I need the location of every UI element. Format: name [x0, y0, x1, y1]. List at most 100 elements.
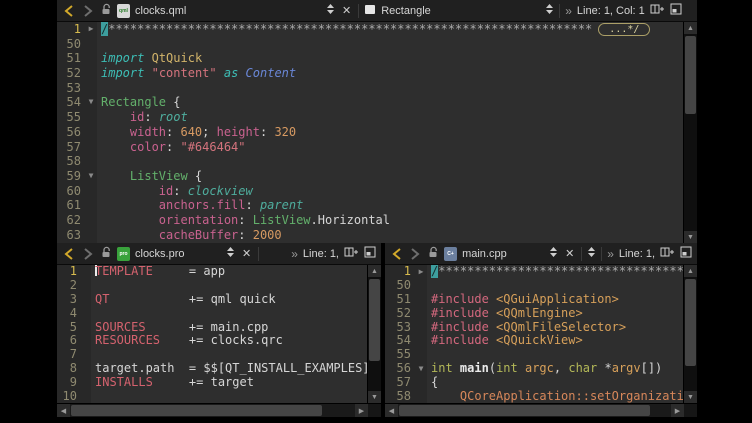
scrollbar-track[interactable]	[70, 404, 355, 417]
close-document-button[interactable]: ✕	[563, 247, 576, 260]
fold-marker[interactable]: ▶	[415, 265, 427, 279]
back-button[interactable]	[62, 248, 76, 260]
code-line[interactable]: 1▶/*************************************…	[57, 22, 683, 37]
scroll-right-button[interactable]: ▶	[355, 404, 368, 417]
line-number[interactable]: 5	[57, 321, 81, 335]
scrollbar-track[interactable]	[684, 34, 697, 231]
scrollbar-thumb[interactable]	[369, 279, 380, 361]
scrollbar-track[interactable]	[684, 277, 697, 391]
code-line[interactable]: 10	[57, 390, 367, 403]
forward-button[interactable]	[81, 5, 95, 17]
code-line[interactable]: 53	[57, 81, 683, 96]
scroll-up-button[interactable]: ▲	[368, 265, 381, 277]
horizontal-scrollbar[interactable]: ◀ ▶	[385, 403, 697, 417]
lock-icon[interactable]	[427, 246, 439, 262]
code-line[interactable]: 52#include <QQmlEngine>	[385, 307, 683, 321]
code-line[interactable]: 61 anchors.fill: parent	[57, 198, 683, 213]
code-line[interactable]: 9INSTALLS += target	[57, 376, 367, 390]
scrollbar-thumb[interactable]	[399, 405, 650, 416]
line-number[interactable]: 55	[57, 110, 85, 125]
code-line[interactable]: 50	[57, 37, 683, 52]
code-line[interactable]: 2	[57, 279, 367, 293]
scrollbar-thumb[interactable]	[685, 36, 696, 114]
code-line[interactable]: 58	[57, 154, 683, 169]
line-number[interactable]: 56	[57, 125, 85, 140]
detach-window-button[interactable]	[364, 246, 376, 261]
back-button[interactable]	[390, 248, 404, 260]
code-line[interactable]: 51import QtQuick	[57, 51, 683, 66]
code-line[interactable]: 3QT += qml quick	[57, 293, 367, 307]
line-number[interactable]: 52	[385, 307, 415, 321]
line-number[interactable]: 6	[57, 334, 81, 348]
code-line[interactable]: 59▼ ListView {	[57, 169, 683, 184]
code-line[interactable]: 55 id: root	[57, 110, 683, 125]
horizontal-scrollbar[interactable]: ◀ ▶	[57, 403, 381, 417]
overflow-chevron-icon[interactable]: »	[607, 247, 614, 261]
line-number[interactable]: 51	[57, 51, 85, 66]
code-line[interactable]: 57 color: "#646464"	[57, 140, 683, 155]
line-number[interactable]: 58	[57, 154, 85, 169]
code-line[interactable]: 7	[57, 348, 367, 362]
line-number[interactable]: 61	[57, 198, 85, 213]
code-line[interactable]: 1TEMPLATE = app	[57, 265, 367, 279]
split-editor-button[interactable]	[344, 246, 359, 261]
code-line[interactable]: 54#include <QQuickView>	[385, 334, 683, 348]
combo-arrows-icon[interactable]	[226, 246, 235, 261]
line-number[interactable]: 57	[385, 376, 415, 390]
line-number[interactable]: 55	[385, 348, 415, 362]
scroll-down-button[interactable]: ▼	[684, 391, 697, 403]
scroll-down-button[interactable]: ▼	[368, 391, 381, 403]
line-number[interactable]: 54	[385, 334, 415, 348]
scroll-down-button[interactable]: ▼	[684, 231, 697, 243]
lock-icon[interactable]	[100, 246, 112, 262]
code-line[interactable]: 57{	[385, 376, 683, 390]
code-line[interactable]: 52import "content" as Content	[57, 66, 683, 81]
code-editor-pro[interactable]: 1TEMPLATE = app23QT += qml quick45SOURCE…	[57, 265, 367, 403]
line-number[interactable]: 53	[57, 81, 85, 96]
code-line[interactable]: 4	[57, 307, 367, 321]
split-editor-button[interactable]	[650, 3, 665, 18]
line-number[interactable]: 58	[385, 390, 415, 403]
lock-icon[interactable]	[100, 3, 112, 19]
line-number[interactable]: 54	[57, 95, 85, 110]
code-line[interactable]: 55	[385, 348, 683, 362]
line-number[interactable]: 50	[57, 37, 85, 52]
line-number[interactable]: 59	[57, 169, 85, 184]
combo-arrows-icon[interactable]	[545, 3, 554, 18]
vertical-scrollbar[interactable]: ▲ ▼	[683, 265, 697, 403]
back-button[interactable]	[62, 5, 76, 17]
code-line[interactable]: 53#include <QQmlFileSelector>	[385, 321, 683, 335]
line-number[interactable]: 4	[57, 307, 81, 321]
code-line[interactable]: 54▼Rectangle {	[57, 95, 683, 110]
line-number[interactable]: 56	[385, 362, 415, 376]
code-line[interactable]: 60 id: clockview	[57, 184, 683, 199]
line-number[interactable]: 7	[57, 348, 81, 362]
code-editor-cpp[interactable]: 1▶/*************************************…	[385, 265, 683, 403]
line-number[interactable]: 57	[57, 140, 85, 155]
code-line[interactable]: 50	[385, 279, 683, 293]
line-number[interactable]: 53	[385, 321, 415, 335]
code-line[interactable]: 56 width: 640; height: 320	[57, 125, 683, 140]
scroll-up-button[interactable]: ▲	[684, 265, 697, 277]
line-number[interactable]: 10	[57, 390, 81, 403]
vertical-scrollbar[interactable]: ▲ ▼	[367, 265, 381, 403]
detach-window-button[interactable]	[680, 246, 692, 261]
scrollbar-track[interactable]	[368, 277, 381, 391]
combo-arrows-icon[interactable]	[326, 3, 335, 18]
code-line[interactable]: 5SOURCES += main.cpp	[57, 321, 367, 335]
line-number[interactable]: 50	[385, 279, 415, 293]
code-line[interactable]: 8target.path = $$[QT_INSTALL_EXAMPLES]/d…	[57, 362, 367, 376]
line-number[interactable]: 1	[57, 22, 85, 37]
line-number[interactable]: 3	[57, 293, 81, 307]
scroll-up-button[interactable]: ▲	[684, 22, 697, 34]
symbol-combo-arrows-icon[interactable]	[587, 246, 596, 261]
overflow-chevron-icon[interactable]: »	[565, 4, 572, 18]
open-document-dropdown[interactable]: C+ main.cpp	[444, 246, 558, 261]
code-line[interactable]: 56▼int main(int argc, char *argv[])	[385, 362, 683, 376]
open-document-dropdown[interactable]: qml clocks.qml	[117, 3, 335, 18]
code-editor-qml[interactable]: 1▶/*************************************…	[57, 22, 683, 243]
fold-marker[interactable]: ▼	[85, 169, 97, 184]
scroll-left-button[interactable]: ◀	[385, 404, 398, 417]
scroll-right-button[interactable]: ▶	[671, 404, 684, 417]
scrollbar-thumb[interactable]	[71, 405, 322, 416]
